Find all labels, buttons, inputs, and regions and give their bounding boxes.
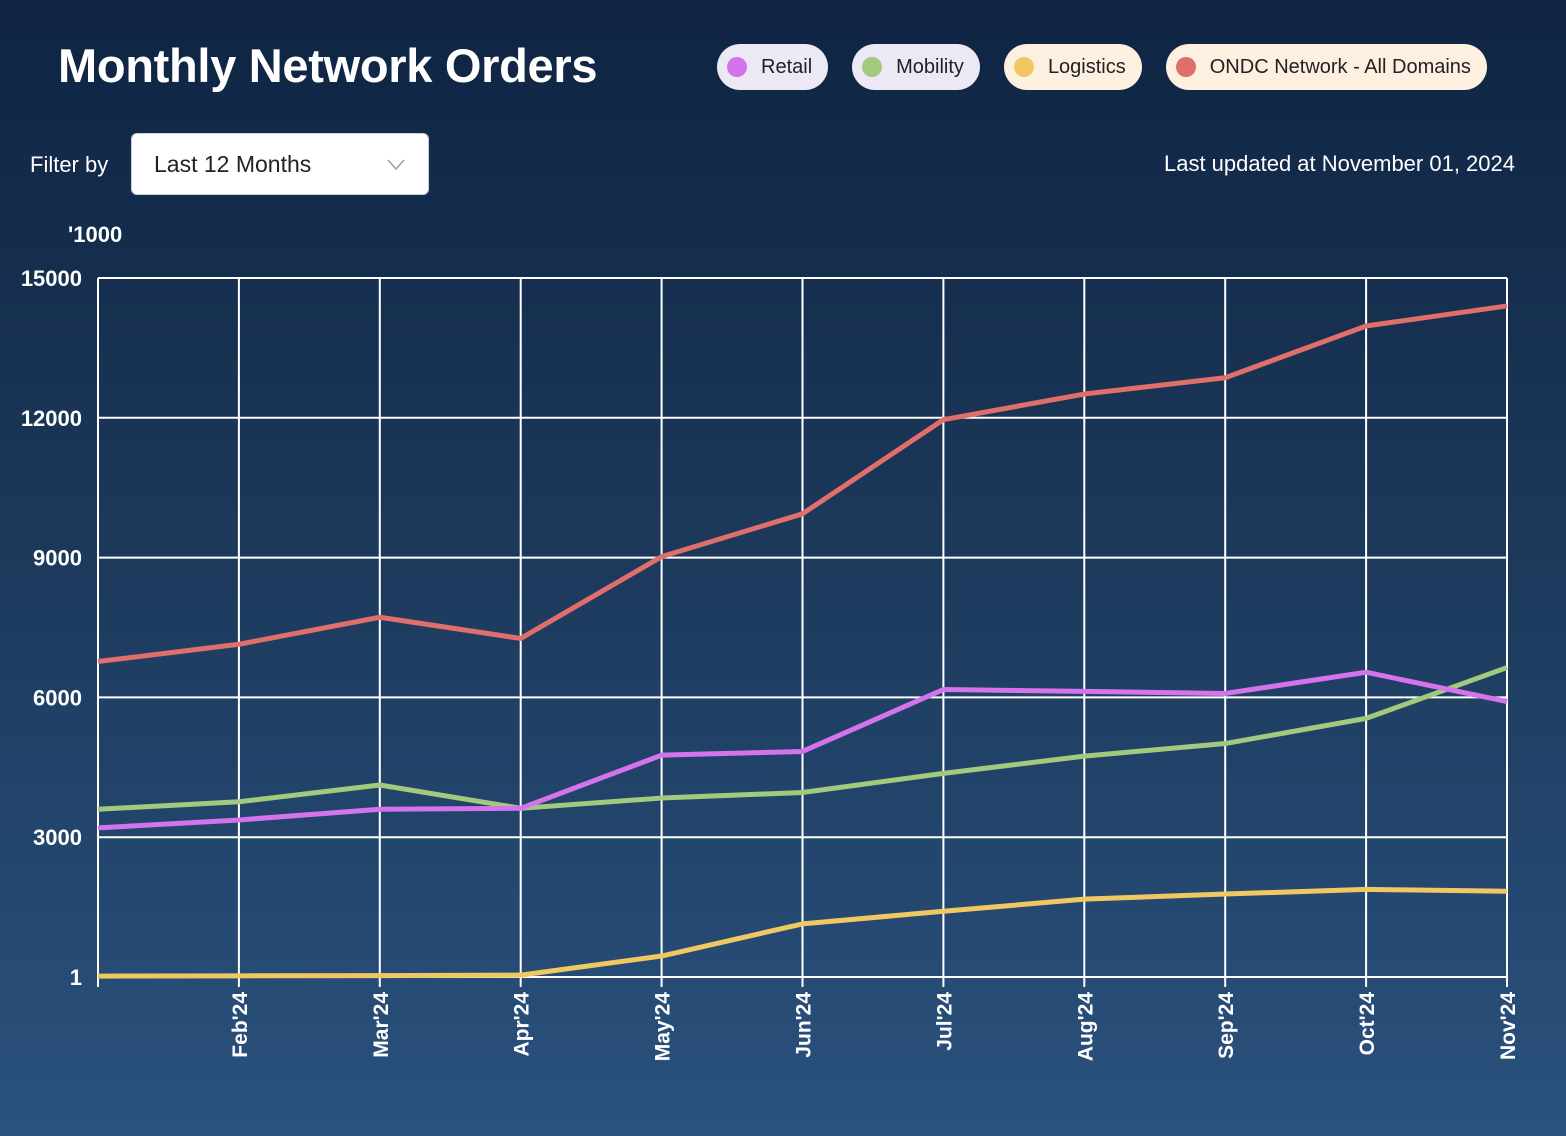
x-tick-label: Feb'24 [229,992,252,1058]
x-tick-label: Aug'24 [1074,992,1097,1061]
x-tick-label: Jul'24 [933,992,956,1051]
line-chart: 1 3000 6000 9000 12000 15000 Feb'24 Mar'24 Apr'2… [21,266,1520,1062]
y-tick-label: 1 [70,965,82,990]
x-tick-label: Jun'24 [793,992,816,1058]
y-tick-label: 12000 [21,406,82,431]
y-tick-label: 3000 [33,825,82,850]
x-tick-label: Apr'24 [511,992,534,1057]
x-tick-label: Mar'24 [370,992,393,1058]
x-tick-label: Sep'24 [1215,992,1238,1059]
y-tick-label: 6000 [33,685,82,710]
x-tick-label: May'24 [652,992,675,1062]
x-tick-label: Oct'24 [1356,992,1379,1056]
y-tick-label: 9000 [33,546,82,571]
x-tick-label: Nov'24 [1497,992,1520,1060]
y-tick-label: 15000 [21,266,82,291]
